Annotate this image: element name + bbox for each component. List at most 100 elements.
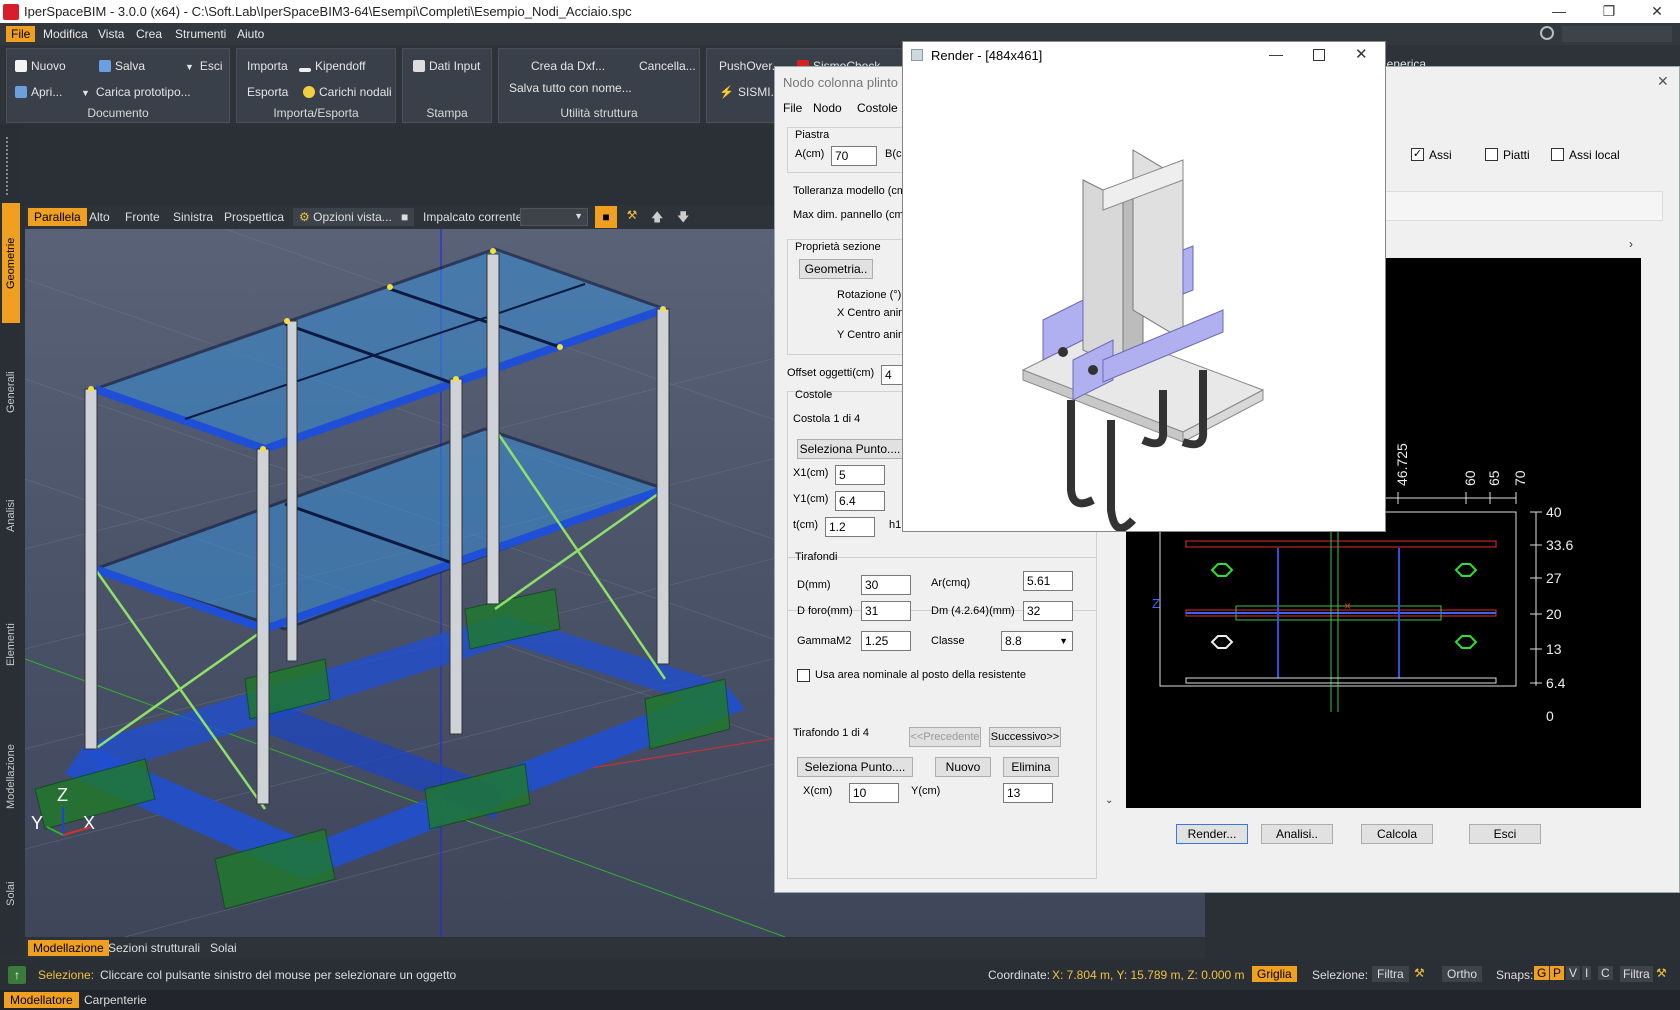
impalcato-select[interactable]: ▼ (520, 208, 588, 226)
view-alto-button[interactable]: Alto (83, 208, 116, 226)
menu-crea[interactable]: Crea (131, 26, 167, 42)
carica-prototipo-button[interactable]: ▼ Carica prototipo... (81, 85, 191, 99)
tab-modellazione[interactable]: Modellazione (2, 717, 20, 837)
minimize-icon[interactable]: — (1269, 46, 1283, 62)
snap-g[interactable]: G (1534, 966, 1550, 980)
tab-geometrie[interactable]: Geometrie (2, 203, 20, 323)
y-input[interactable]: 13 (1003, 783, 1053, 803)
wrench-icon[interactable]: ⚒ (1656, 966, 1667, 980)
usa-area-checkbox[interactable] (797, 669, 810, 682)
classe-select[interactable]: 8.8 ▼ (1001, 631, 1073, 651)
camera-icon[interactable]: ■ (395, 208, 415, 226)
tab-elementi[interactable]: Elementi (2, 585, 20, 705)
render-button[interactable]: Render... (1176, 824, 1248, 844)
a-input[interactable]: 70 (831, 146, 877, 166)
group-label: Stampa (426, 106, 468, 120)
tab-carpenterie[interactable]: Carpenterie (78, 992, 153, 1008)
view-fronte-button[interactable]: Fronte (119, 208, 166, 226)
snap-i[interactable]: I (1582, 966, 1592, 980)
salva-button[interactable]: Salva (99, 59, 145, 73)
carichi-nodali-button[interactable]: Carichi nodali (303, 85, 392, 99)
snap-p[interactable]: P (1550, 966, 1565, 980)
griglia-toggle[interactable]: Griglia (1252, 966, 1297, 982)
search-icon[interactable] (1540, 26, 1554, 40)
dialog-menu-file[interactable]: File (783, 101, 802, 115)
seleziona-punto-costola-button[interactable]: Seleziona Punto.... (797, 439, 903, 459)
view-parallela-button[interactable]: Parallela (28, 208, 87, 226)
filtra2-button[interactable]: Filtra (1620, 966, 1653, 982)
salva-tutto-button[interactable]: Salva tutto con nome... (509, 81, 632, 95)
close-icon[interactable]: ✕ (1634, 0, 1680, 23)
kipendoff-button[interactable]: Kipendoff (299, 59, 366, 73)
chevron-right-icon[interactable]: › (1629, 237, 1633, 251)
wrench-icon[interactable]: ⚒ (1414, 966, 1425, 980)
dati-input-button[interactable]: Dati Input (413, 59, 480, 73)
importa-button[interactable]: Importa (247, 59, 288, 73)
dforo-input[interactable]: 31 (861, 601, 911, 621)
dialog-menu-nodo[interactable]: Nodo (813, 101, 842, 115)
view-sinistra-button[interactable]: Sinistra (167, 208, 219, 226)
search-input[interactable] (1562, 26, 1672, 42)
tab-modellazione-bottom[interactable]: Modellazione (28, 940, 109, 956)
scroll-down-icon[interactable]: ⌄ (1105, 795, 1113, 806)
restore-icon[interactable]: ❐ (1586, 0, 1632, 23)
arrow-up-icon[interactable]: ↑ (8, 966, 26, 984)
selezione-message: Cliccare col pulsante sinistro del mouse… (100, 968, 457, 982)
ortho-toggle[interactable]: Ortho (1442, 966, 1483, 982)
crea-dxf-button[interactable]: Crea da Dxf... (531, 59, 605, 73)
menu-modifica[interactable]: Modifica (38, 26, 93, 42)
tab-analisi[interactable]: Analisi (2, 461, 20, 571)
maximize-icon[interactable] (1313, 49, 1325, 61)
successivo-button[interactable]: Successivo>> (989, 727, 1061, 747)
ar-input[interactable]: 5.61 (1023, 571, 1073, 591)
apri-button[interactable]: Apri... (15, 85, 62, 99)
pushover-button[interactable]: PushOver... (719, 59, 782, 73)
piatti-checkbox[interactable] (1485, 148, 1498, 161)
filtra-button[interactable]: Filtra (1372, 966, 1409, 982)
esporta-button[interactable]: Esporta (247, 85, 288, 99)
assi-checkbox[interactable]: ✓ (1411, 148, 1424, 161)
menu-aiuto[interactable]: Aiuto (232, 26, 269, 42)
esci-button[interactable]: Esci (1469, 824, 1541, 844)
menu-strumenti[interactable]: Strumenti (170, 26, 231, 42)
d-input[interactable]: 30 (861, 575, 911, 595)
snap-c[interactable]: C (1598, 966, 1613, 980)
calcola-button[interactable]: Calcola (1361, 824, 1433, 844)
gamma-input[interactable]: 1.25 (861, 631, 911, 651)
tab-sezioni-strutturali[interactable]: Sezioni strutturali (103, 940, 205, 956)
tab-solai[interactable]: Solai (2, 849, 20, 939)
seleziona-punto-tirafondo-button[interactable]: Seleziona Punto.... (797, 757, 913, 777)
minimize-icon[interactable]: — (1536, 0, 1582, 23)
nuovo-button[interactable]: Nuovo (15, 59, 66, 73)
cancella-button[interactable]: Cancella... (639, 59, 696, 73)
t-input[interactable]: 1.2 (825, 517, 875, 537)
lock-icon[interactable]: ■ (595, 206, 617, 228)
arrow-up-icon[interactable]: 🡅 (651, 208, 663, 229)
x1-input[interactable]: 5 (835, 465, 885, 485)
nuovo-button[interactable]: Nuovo (935, 757, 991, 777)
x-input[interactable]: 10 (849, 783, 899, 803)
opzioni-vista-button[interactable]: ⚙ Opzioni vista... (293, 208, 398, 226)
view-prospettica-button[interactable]: Prospettica (218, 208, 290, 226)
analisi-button[interactable]: Analisi.. (1261, 824, 1333, 844)
tab-generali[interactable]: Generali (2, 337, 20, 447)
dialog-menu-costole[interactable]: Costole (857, 101, 898, 115)
menu-file[interactable]: File (6, 26, 36, 42)
arrow-down-icon[interactable]: 🡇 (677, 208, 689, 229)
tab-modellatore[interactable]: Modellatore (4, 992, 79, 1008)
esci-button[interactable]: ▼ Esci (185, 59, 223, 73)
y1-input[interactable]: 6.4 (835, 491, 885, 511)
grip-handle[interactable] (6, 137, 12, 195)
elimina-button[interactable]: Elimina (1003, 757, 1059, 777)
wrench-icon[interactable]: ⚒ (623, 208, 641, 226)
close-icon[interactable]: ✕ (1657, 73, 1669, 90)
close-icon[interactable]: ✕ (1355, 45, 1368, 63)
menu-vista[interactable]: Vista (93, 26, 129, 42)
geometria-button[interactable]: Geometria.. (799, 259, 873, 279)
assi-local-checkbox[interactable] (1551, 148, 1564, 161)
snap-v[interactable]: V (1566, 966, 1581, 980)
precedente-button[interactable]: <<Precedente (909, 727, 981, 747)
tab-solai-bottom[interactable]: Solai (205, 940, 242, 956)
dm-input[interactable]: 32 (1023, 601, 1073, 621)
classe-label: Classe (931, 635, 965, 647)
